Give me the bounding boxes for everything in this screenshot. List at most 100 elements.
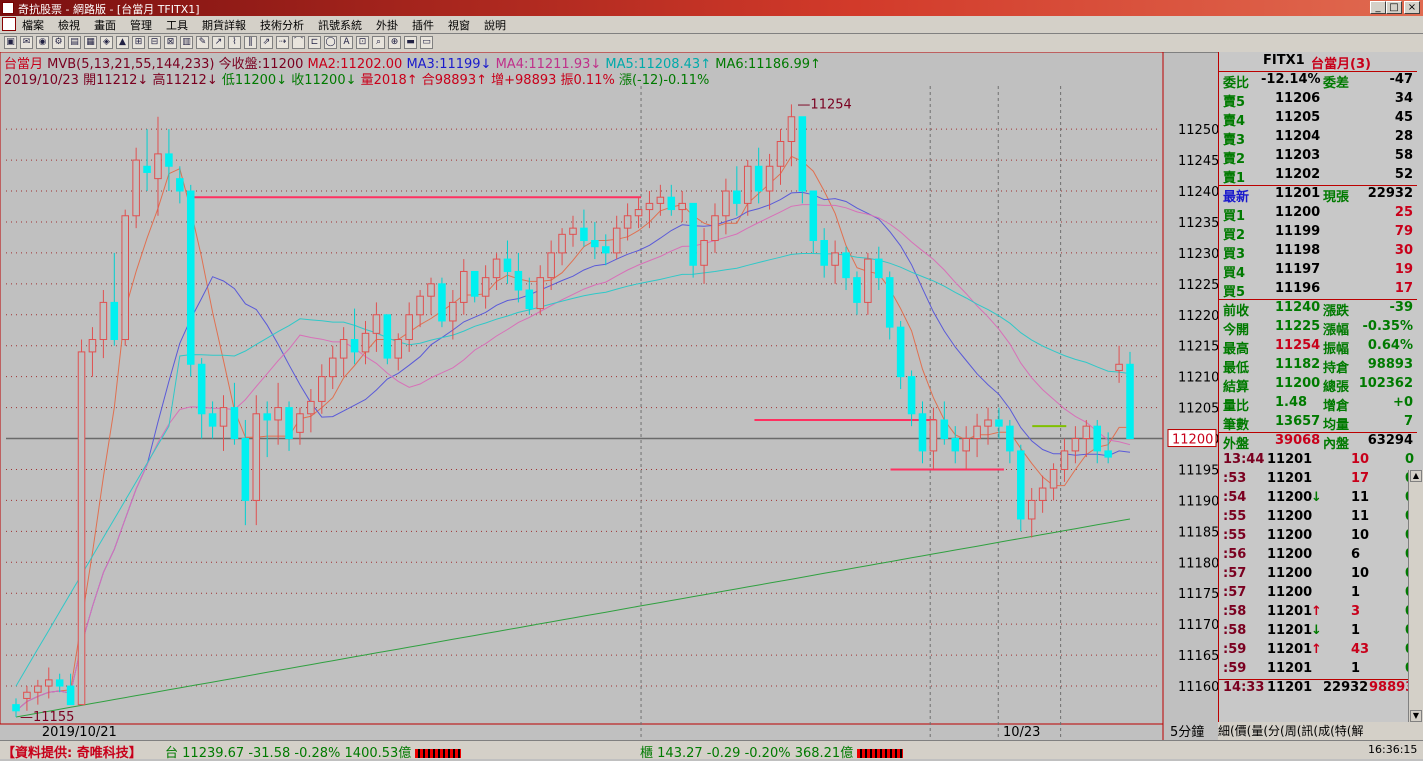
tick-qty: 6 — [1351, 547, 1361, 562]
candle-body — [831, 252, 839, 266]
low-marker: —11155 — [20, 710, 74, 725]
candle-body — [853, 277, 861, 303]
dash-icon[interactable]: ▬ — [404, 36, 417, 49]
text-icon[interactable]: A — [340, 36, 353, 49]
menu-item-4[interactable]: 工具 — [164, 17, 190, 33]
candle-body — [591, 240, 599, 248]
mail-icon[interactable]: ✉ — [20, 36, 33, 49]
fib-icon[interactable]: ⇗ — [260, 36, 273, 49]
menu-item-2[interactable]: 畫面 — [92, 17, 118, 33]
menu-item-0[interactable]: 檔案 — [20, 17, 46, 33]
box-icon[interactable]: ⊡ — [356, 36, 369, 49]
bid-price: 11199 — [1275, 224, 1321, 239]
frame-icon[interactable]: ▭ — [420, 36, 433, 49]
index2-change: -0.29 — [706, 746, 741, 761]
close-icon[interactable]: × — [1404, 1, 1420, 14]
tick-qty: 10 — [1351, 566, 1370, 581]
circle-icon[interactable]: ◯ — [324, 36, 337, 49]
candle-body — [427, 283, 435, 297]
pen-icon[interactable]: ✎ — [196, 36, 209, 49]
candle-body — [1038, 487, 1047, 501]
bars-icon[interactable]: ▥ — [180, 36, 193, 49]
candle-body — [1060, 450, 1069, 470]
status-bar: 【資料提供: 奇唯科技】 台 11239.67 -31.58 -0.28% 14… — [0, 740, 1423, 761]
tick-row: :591120110 — [1219, 660, 1417, 679]
stat-value-2: -39 — [1389, 300, 1414, 315]
symbol: FITX1 — [1263, 53, 1305, 68]
menu-item-1[interactable]: 檢視 — [56, 17, 82, 33]
record-icon[interactable]: ◉ — [36, 36, 49, 49]
trend-icon[interactable]: ↗ — [212, 36, 225, 49]
y-tick-label: 11240 — [1178, 185, 1218, 200]
index1-percent: -0.28% — [294, 746, 341, 761]
menu-item-5[interactable]: 期貨詳報 — [200, 17, 248, 33]
menu-item-9[interactable]: 插件 — [410, 17, 436, 33]
pause-icon[interactable]: ‖ — [244, 36, 257, 49]
candle-body — [940, 419, 949, 440]
stat-value: 11200 — [1275, 376, 1321, 391]
bracket-icon[interactable]: ⊏ — [308, 36, 321, 49]
arc-icon[interactable]: ⌒ — [292, 36, 305, 49]
stat-value: 11182 — [1275, 357, 1321, 372]
menu-item-7[interactable]: 訊號系統 — [316, 17, 364, 33]
list-icon[interactable]: ▤ — [68, 36, 81, 49]
bid-row-5: 買5 11196 17 — [1219, 280, 1417, 300]
candle-body — [252, 413, 261, 501]
candle-body — [787, 116, 796, 143]
price-chart[interactable]: 11160 11165 11170 11175 11180 11185 11190 11195… — [0, 52, 1218, 740]
document-icon[interactable] — [2, 17, 16, 31]
bid-ask-ratio: 委比 -12.14% 委差 -47 — [1219, 71, 1417, 91]
maximize-icon[interactable]: □ — [1386, 1, 1402, 14]
window-icon[interactable]: ▣ — [4, 36, 17, 49]
scroll-up-icon[interactable]: ▲ — [1410, 470, 1422, 482]
plus-icon[interactable]: ⊕ — [388, 36, 401, 49]
candle-body — [165, 153, 173, 167]
y-tick-label: 11195 — [1178, 463, 1218, 478]
grid-icon[interactable]: ▦ — [84, 36, 97, 49]
menu-item-8[interactable]: 外掛 — [374, 17, 400, 33]
stat-label: 今開 — [1223, 323, 1250, 338]
candle-body — [809, 190, 818, 242]
y-tick-label: 11230 — [1178, 247, 1218, 262]
minimize-icon[interactable]: _ — [1370, 1, 1386, 14]
cross-icon[interactable]: ⊠ — [164, 36, 177, 49]
tick-row: :561120060 — [1219, 546, 1417, 565]
menu-item-6[interactable]: 技術分析 — [258, 17, 306, 33]
menu-item-3[interactable]: 管理 — [128, 17, 154, 33]
settings-icon[interactable]: ⚙ — [52, 36, 65, 49]
candle-body — [394, 339, 403, 359]
tick-time: :53 — [1223, 471, 1247, 486]
bid-qty: 17 — [1394, 281, 1413, 296]
tile-icon[interactable]: ⊞ — [132, 36, 145, 49]
up-icon[interactable]: ▲ — [116, 36, 129, 49]
stat-value-2: 0.64% — [1367, 338, 1413, 353]
panel-tabs[interactable]: 細(價(量(分(周(訊(成(特(解 — [1218, 722, 1423, 740]
candle-body — [776, 141, 785, 167]
wave-icon[interactable]: ⌇ — [228, 36, 241, 49]
candle-body — [711, 215, 719, 242]
diff-label: 委差 — [1323, 76, 1350, 91]
candle-body — [1027, 499, 1036, 520]
x-tick-label: 2019/10/21 — [42, 725, 117, 740]
index1-name: 台 — [165, 746, 179, 761]
ask-row-4: 賣4 11205 45 — [1219, 109, 1417, 129]
zoom-icon[interactable]: ⌕ — [372, 36, 385, 49]
candle-body — [645, 202, 654, 211]
menu-item-10[interactable]: 視窗 — [446, 17, 472, 33]
scroll-down-icon[interactable]: ▼ — [1410, 710, 1422, 722]
ask-qty: 28 — [1394, 129, 1413, 144]
candle-body — [361, 332, 370, 353]
minus-icon[interactable]: ⊟ — [148, 36, 161, 49]
ask-label: 賣5 — [1223, 95, 1246, 110]
tick-price: 11200 — [1267, 585, 1313, 600]
candle-body — [1115, 363, 1123, 371]
tick-scrollbar[interactable]: ▲ ▼ — [1408, 470, 1423, 722]
bid-label: 買5 — [1223, 285, 1246, 300]
arrow-icon[interactable]: ⇢ — [276, 36, 289, 49]
bid-row-1: 買1 11200 25 — [1219, 204, 1417, 224]
ohlc-value-3: 低11200↓ — [217, 73, 288, 88]
menu-item-11[interactable]: 說明 — [482, 17, 508, 33]
candle-body — [197, 363, 206, 415]
ratio-value: -12.14% — [1261, 72, 1321, 87]
diamond-icon[interactable]: ◈ — [100, 36, 113, 49]
